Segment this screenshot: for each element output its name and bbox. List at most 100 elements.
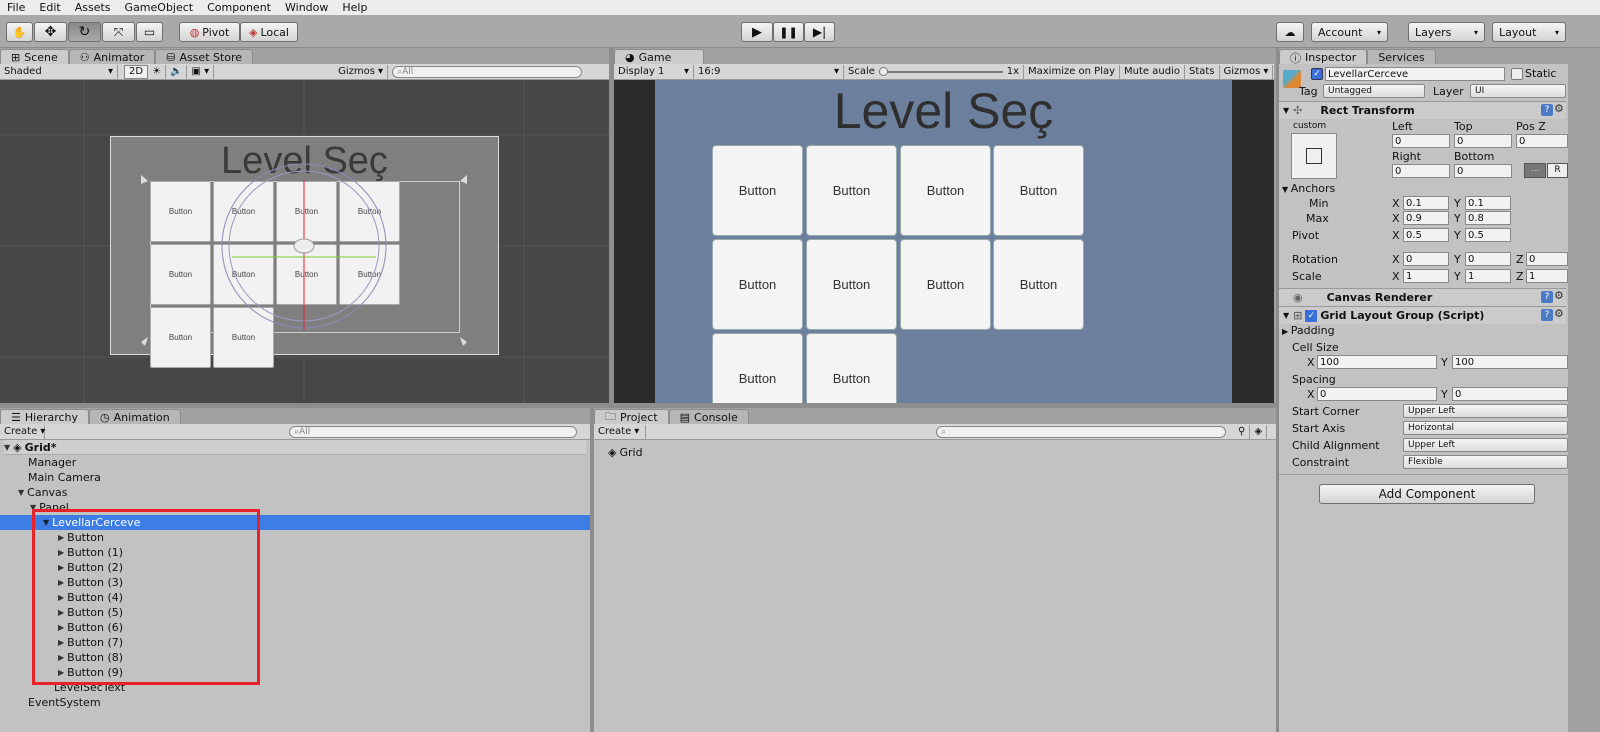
menu-help[interactable]: Help bbox=[335, 1, 374, 14]
gizmos-dropdown[interactable]: Gizmos ▾ bbox=[334, 64, 389, 79]
rotation-y-input[interactable]: 0 bbox=[1465, 252, 1511, 266]
light-toggle-icon[interactable]: ☀ bbox=[148, 64, 167, 79]
menu-assets[interactable]: Assets bbox=[68, 1, 118, 14]
start-corner-dropdown[interactable]: Upper Left bbox=[1403, 404, 1568, 418]
tab-console[interactable]: ▤ Console bbox=[668, 409, 749, 425]
game-button[interactable]: Button bbox=[900, 239, 991, 330]
hierarchy-create-dropdown[interactable]: Create ▾ bbox=[0, 424, 45, 439]
child-alignment-dropdown[interactable]: Upper Left bbox=[1403, 438, 1568, 452]
scale-z-input[interactable]: 1 bbox=[1526, 269, 1568, 283]
active-checkbox[interactable]: ✓ bbox=[1311, 68, 1323, 80]
rect-transform-header[interactable]: ▼ ✣ Rect Transform bbox=[1279, 101, 1566, 119]
settings-gear-icon[interactable]: ⚙ bbox=[1554, 307, 1564, 320]
spacing-x-input[interactable]: 0 bbox=[1317, 387, 1437, 401]
canvas-renderer-header[interactable]: ◉ Canvas Renderer bbox=[1279, 288, 1566, 306]
hierarchy-item-eventsystem[interactable]: EventSystem bbox=[28, 695, 101, 710]
tab-asset-store[interactable]: ⛁ Asset Store bbox=[155, 49, 254, 65]
pivot-x-input[interactable]: 0.5 bbox=[1403, 228, 1449, 242]
cell-size-y-input[interactable]: 100 bbox=[1452, 355, 1568, 369]
tag-dropdown[interactable]: Untagged bbox=[1323, 84, 1425, 98]
constraint-dropdown[interactable]: Flexible bbox=[1403, 455, 1568, 469]
game-button[interactable]: Button bbox=[993, 145, 1084, 236]
move-tool-icon[interactable]: ✥ bbox=[34, 22, 67, 42]
play-button[interactable]: ▶ bbox=[741, 22, 773, 42]
display-dropdown[interactable]: Display 1 ▾ bbox=[614, 64, 694, 79]
project-search-input[interactable]: ⌕ bbox=[936, 425, 1226, 438]
tab-animator[interactable]: ⚇ Animator bbox=[68, 49, 156, 65]
hierarchy-item-manager[interactable]: Manager bbox=[28, 455, 76, 470]
effects-dropdown-icon[interactable]: ▣ ▾ bbox=[187, 64, 215, 79]
game-button[interactable]: Button bbox=[806, 145, 897, 236]
game-button[interactable]: Button bbox=[993, 239, 1084, 330]
hand-tool-icon[interactable]: ✋ bbox=[6, 22, 33, 42]
filter-type-icon[interactable]: ⚲ bbox=[1234, 424, 1251, 439]
scene-root-row[interactable]: ▼ ◈ Grid* bbox=[4, 440, 586, 455]
pause-button[interactable]: ❚❚ bbox=[773, 22, 804, 42]
cloud-icon[interactable]: ☁ bbox=[1276, 22, 1304, 42]
raw-edit-mode-button[interactable]: R bbox=[1547, 163, 1568, 178]
scale-slider[interactable]: Scale 1x bbox=[844, 64, 1024, 79]
stats-toggle[interactable]: Stats bbox=[1185, 64, 1220, 79]
blueprint-mode-icon[interactable]: ⋯ bbox=[1524, 163, 1546, 178]
tab-animation[interactable]: ◷ Animation bbox=[89, 409, 181, 425]
shading-dropdown[interactable]: Shaded ▾ bbox=[0, 64, 118, 79]
object-name-input[interactable]: LevellarCerceve bbox=[1325, 67, 1505, 81]
tab-services[interactable]: Services bbox=[1367, 49, 1436, 65]
tab-game[interactable]: ◕ Game bbox=[614, 49, 704, 65]
game-view[interactable]: Level Seç Button Button Button Button Bu… bbox=[614, 80, 1274, 403]
menu-window[interactable]: Window bbox=[278, 1, 335, 14]
project-create-dropdown[interactable]: Create ▾ bbox=[594, 424, 646, 439]
hierarchy-item-canvas[interactable]: ▼ Canvas bbox=[18, 485, 68, 500]
settings-gear-icon[interactable]: ⚙ bbox=[1554, 102, 1564, 115]
tab-scene[interactable]: ⊞ Scene bbox=[0, 49, 69, 65]
aspect-dropdown[interactable]: 16:9 ▾ bbox=[694, 64, 844, 79]
static-checkbox[interactable] bbox=[1511, 68, 1523, 80]
scale-y-input[interactable]: 1 bbox=[1465, 269, 1511, 283]
local-toggle[interactable]: ◈ Local bbox=[240, 22, 298, 42]
project-asset-grid[interactable]: ◈ Grid bbox=[608, 445, 643, 460]
pivot-y-input[interactable]: 0.5 bbox=[1465, 228, 1511, 242]
scene-view[interactable]: Level Seç Button Button Button Button Bu… bbox=[0, 80, 609, 403]
settings-gear-icon[interactable]: ⚙ bbox=[1554, 289, 1564, 302]
game-button[interactable]: Button bbox=[712, 239, 803, 330]
pivot-toggle[interactable]: ◍ Pivot bbox=[179, 22, 240, 42]
help-icon[interactable]: ? bbox=[1541, 104, 1553, 116]
game-button[interactable]: Button bbox=[806, 239, 897, 330]
component-enabled-checkbox[interactable]: ✓ bbox=[1305, 309, 1318, 322]
tab-project[interactable]: 🗀 Project bbox=[594, 409, 669, 425]
menu-gameobject[interactable]: GameObject bbox=[118, 1, 201, 14]
layers-dropdown[interactable]: Layers ▾ bbox=[1408, 22, 1485, 42]
menu-edit[interactable]: Edit bbox=[32, 1, 67, 14]
rotation-z-input[interactable]: 0 bbox=[1526, 252, 1568, 266]
game-button[interactable]: Button bbox=[712, 145, 803, 236]
right-input[interactable]: 0 bbox=[1392, 164, 1450, 178]
maximize-on-play-toggle[interactable]: Maximize on Play bbox=[1024, 64, 1121, 79]
anchor-min-y-input[interactable]: 0.1 bbox=[1465, 196, 1511, 210]
scale-tool-icon[interactable]: ⤧ bbox=[102, 22, 135, 42]
anchors-foldout[interactable]: ▼ Anchors bbox=[1282, 182, 1335, 195]
top-input[interactable]: 0 bbox=[1454, 134, 1512, 148]
menu-file[interactable]: File bbox=[0, 1, 32, 14]
anchor-min-x-input[interactable]: 0.1 bbox=[1403, 196, 1449, 210]
bottom-input[interactable]: 0 bbox=[1454, 164, 1512, 178]
add-component-button[interactable]: Add Component bbox=[1319, 484, 1535, 504]
rotate-tool-icon[interactable]: ↻ bbox=[68, 22, 101, 42]
account-dropdown[interactable]: Account ▾ bbox=[1311, 22, 1388, 42]
help-icon[interactable]: ? bbox=[1541, 309, 1553, 321]
layer-dropdown[interactable]: UI bbox=[1470, 84, 1566, 98]
mute-audio-toggle[interactable]: Mute audio bbox=[1120, 64, 1185, 79]
layout-dropdown[interactable]: Layout ▾ bbox=[1492, 22, 1566, 42]
hierarchy-search-input[interactable]: ⌕ All bbox=[289, 425, 577, 438]
tab-inspector[interactable]: ⓘ Inspector bbox=[1279, 49, 1368, 65]
rect-tool-icon[interactable]: ▭ bbox=[136, 22, 163, 42]
2d-toggle[interactable]: 2D bbox=[124, 64, 149, 79]
transform-gizmo[interactable] bbox=[0, 80, 609, 403]
hierarchy-item-main-camera[interactable]: Main Camera bbox=[28, 470, 101, 485]
scale-x-input[interactable]: 1 bbox=[1403, 269, 1449, 283]
game-button[interactable]: Button bbox=[712, 333, 803, 403]
cell-size-x-input[interactable]: 100 bbox=[1317, 355, 1437, 369]
game-button[interactable]: Button bbox=[900, 145, 991, 236]
anchor-presets-button[interactable] bbox=[1291, 133, 1337, 179]
spacing-y-input[interactable]: 0 bbox=[1452, 387, 1568, 401]
game-gizmos-dropdown[interactable]: Gizmos ▾ bbox=[1220, 64, 1274, 79]
